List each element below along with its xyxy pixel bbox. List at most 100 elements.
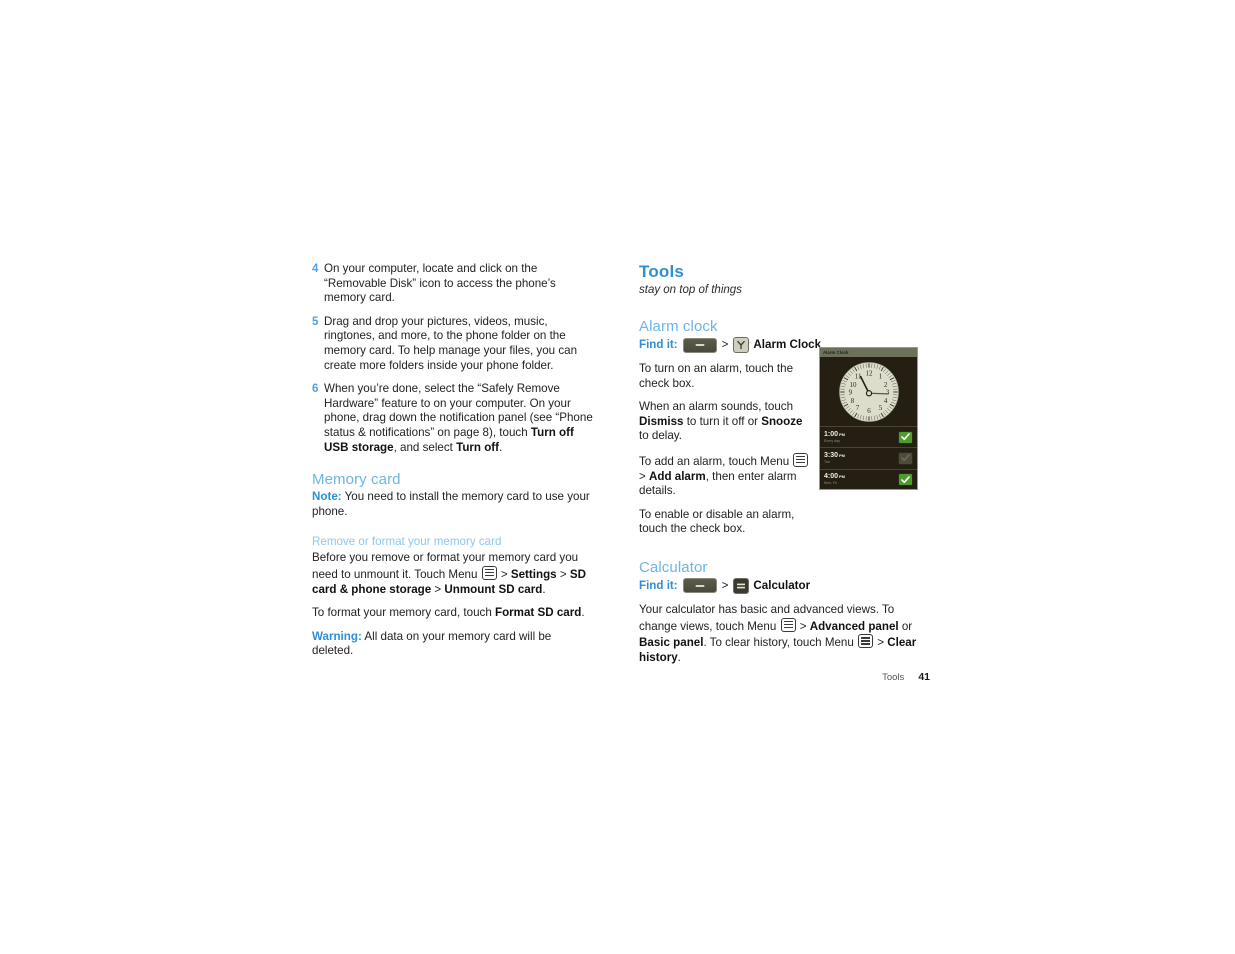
- format-text-part: To format your memory card, touch: [312, 606, 495, 620]
- alarm-clock-screenshot: Alarm Clock 12 1 2 3 4 5 6 7 8 9 10 11 1…: [819, 347, 918, 490]
- svg-text:7: 7: [855, 403, 859, 411]
- screenshot-title-bar: Alarm Clock: [820, 348, 917, 357]
- findit-label: Find it:: [639, 338, 678, 351]
- note-text: You need to install the memory card to u…: [312, 490, 590, 518]
- alarm-bold: Dismiss: [639, 414, 684, 428]
- alarm-text-part: To add an alarm, touch Menu: [639, 454, 793, 468]
- warning-label: Warning:: [312, 629, 362, 643]
- alarm-time: 1:00PM: [824, 431, 898, 439]
- alarm-time-value: 3:30: [824, 451, 839, 459]
- alarm-paragraph-3: To add an alarm, touch Menu > Add alarm,…: [639, 452, 815, 499]
- unmount-bold: Unmount SD card: [444, 582, 543, 596]
- chapter-title: Tools: [639, 262, 685, 281]
- analog-clock-face: 12 1 2 3 4 5 6 7 8 9 10 11: [820, 357, 917, 426]
- alarm-ampm: PM: [839, 452, 846, 458]
- svg-text:5: 5: [878, 403, 882, 411]
- alarm-days: Every day: [824, 438, 840, 443]
- calc-text-part: . To clear history, touch Menu: [703, 636, 858, 650]
- alarm-paragraph-4: To enable or disable an alarm, touch the…: [639, 507, 795, 536]
- step-number: 4: [312, 263, 319, 275]
- left-text-column: 4 On your computer, locate and click on …: [312, 262, 595, 668]
- separator: >: [874, 636, 888, 650]
- alarm-info: 3:30PM Tue: [824, 452, 898, 465]
- step-text: On your computer, locate and click on th…: [324, 262, 556, 305]
- section-heading-alarm-clock: Alarm clock: [639, 318, 718, 335]
- findit-separator: >: [721, 578, 729, 592]
- alarm-clock-app-icon: [733, 337, 750, 353]
- section-heading-calculator: Calculator: [639, 558, 708, 576]
- alarm-checkbox[interactable]: [898, 430, 913, 444]
- findit-app-name: Alarm Clock: [753, 338, 822, 351]
- calc-bold: Advanced panel: [809, 619, 899, 633]
- findit-line-calculator: Find it: > Calculator: [639, 577, 929, 594]
- svg-text:6: 6: [867, 407, 871, 415]
- step-text-bold: Turn off: [456, 440, 500, 454]
- svg-text:2: 2: [883, 380, 887, 388]
- manual-page: 4 On your computer, locate and click on …: [0, 0, 1235, 954]
- alarm-time-value: 4:00: [824, 473, 839, 481]
- alarm-text-part: When an alarm sounds, touch: [639, 400, 794, 414]
- menu-icon: [481, 565, 497, 580]
- findit-separator: >: [721, 338, 729, 351]
- alarm-time: 3:30PM: [824, 452, 898, 460]
- step-number: 6: [312, 383, 319, 396]
- svg-text:1: 1: [878, 372, 882, 380]
- alarm-info: 4:00PM Mon, Fri: [824, 473, 898, 486]
- alarm-text-part: to delay.: [639, 429, 682, 443]
- launcher-key-icon: [682, 337, 717, 353]
- separator: >: [796, 619, 810, 633]
- svg-text:9: 9: [848, 388, 852, 396]
- findit-label: Find it:: [639, 578, 678, 592]
- calculator-paragraph: Your calculator has basic and advanced v…: [639, 603, 929, 665]
- alarm-bold: Add alarm: [649, 469, 706, 483]
- svg-text:12: 12: [865, 369, 873, 377]
- unmount-bold: Settings: [510, 567, 557, 581]
- numbered-step: 6 When you’re done, select the “Safely R…: [312, 382, 595, 455]
- section-heading-memory-card: Memory card: [312, 471, 401, 489]
- svg-text:8: 8: [850, 396, 854, 404]
- alarm-paragraph-2: When an alarm sounds, touch Dismiss to t…: [639, 400, 815, 444]
- format-bold: Format SD card: [495, 606, 582, 620]
- calc-bold: Basic panel: [639, 636, 704, 650]
- alarm-days: Tue: [824, 459, 831, 464]
- menu-icon: [858, 634, 874, 649]
- separator: >: [497, 567, 511, 581]
- calc-text-part: or: [898, 619, 913, 633]
- alarm-paragraph-1: To turn on an alarm, touch the check box…: [639, 362, 794, 390]
- svg-text:10: 10: [849, 380, 857, 388]
- format-text-end: .: [581, 606, 585, 620]
- menu-icon: [793, 452, 809, 467]
- note-label: Note:: [312, 490, 342, 504]
- separator: >: [639, 469, 649, 483]
- calc-text-end: .: [677, 650, 681, 664]
- alarm-list-item[interactable]: 4:00PM Mon, Fri: [820, 468, 917, 489]
- unmount-paragraph: Before you remove or format your memory …: [312, 551, 595, 597]
- alarm-info: 1:00PM Every day: [824, 431, 898, 444]
- alarm-days: Mon, Fri: [824, 481, 838, 486]
- alarm-list-item[interactable]: 3:30PM Tue: [820, 447, 917, 468]
- separator: >: [556, 567, 570, 581]
- alarm-text-part: to turn it off or: [683, 414, 762, 428]
- footer-section-label: Tools: [882, 672, 905, 683]
- alarm-checkbox[interactable]: [898, 473, 913, 487]
- findit-app-name: Calculator: [753, 578, 811, 592]
- format-paragraph: To format your memory card, touch Format…: [312, 606, 595, 621]
- separator: >: [431, 582, 445, 596]
- alarm-checkbox[interactable]: [898, 451, 913, 465]
- numbered-step: 5 Drag and drop your pictures, videos, m…: [312, 315, 595, 373]
- warning-paragraph: Warning: All data on your memory card wi…: [312, 630, 595, 659]
- svg-text:4: 4: [883, 396, 887, 404]
- subsection-heading-remove-format: Remove or format your memory card: [312, 535, 502, 549]
- menu-icon: [780, 617, 796, 632]
- footer-inner: Tools 41: [882, 671, 930, 683]
- alarm-list-item[interactable]: 1:00PM Every day: [820, 426, 917, 447]
- step-text: Drag and drop your pictures, videos, mus…: [324, 314, 578, 372]
- step-text: When you’re done, select the “Safely Rem…: [324, 382, 595, 455]
- alarm-ampm: PM: [839, 474, 846, 480]
- step-text-part: , and select: [393, 440, 457, 454]
- numbered-step: 4 On your computer, locate and click on …: [312, 262, 595, 306]
- alarm-time: 4:00PM: [824, 473, 898, 481]
- calculator-app-icon: [733, 577, 750, 594]
- unmount-text-end: .: [542, 582, 546, 596]
- alarm-time-value: 1:00: [824, 430, 839, 438]
